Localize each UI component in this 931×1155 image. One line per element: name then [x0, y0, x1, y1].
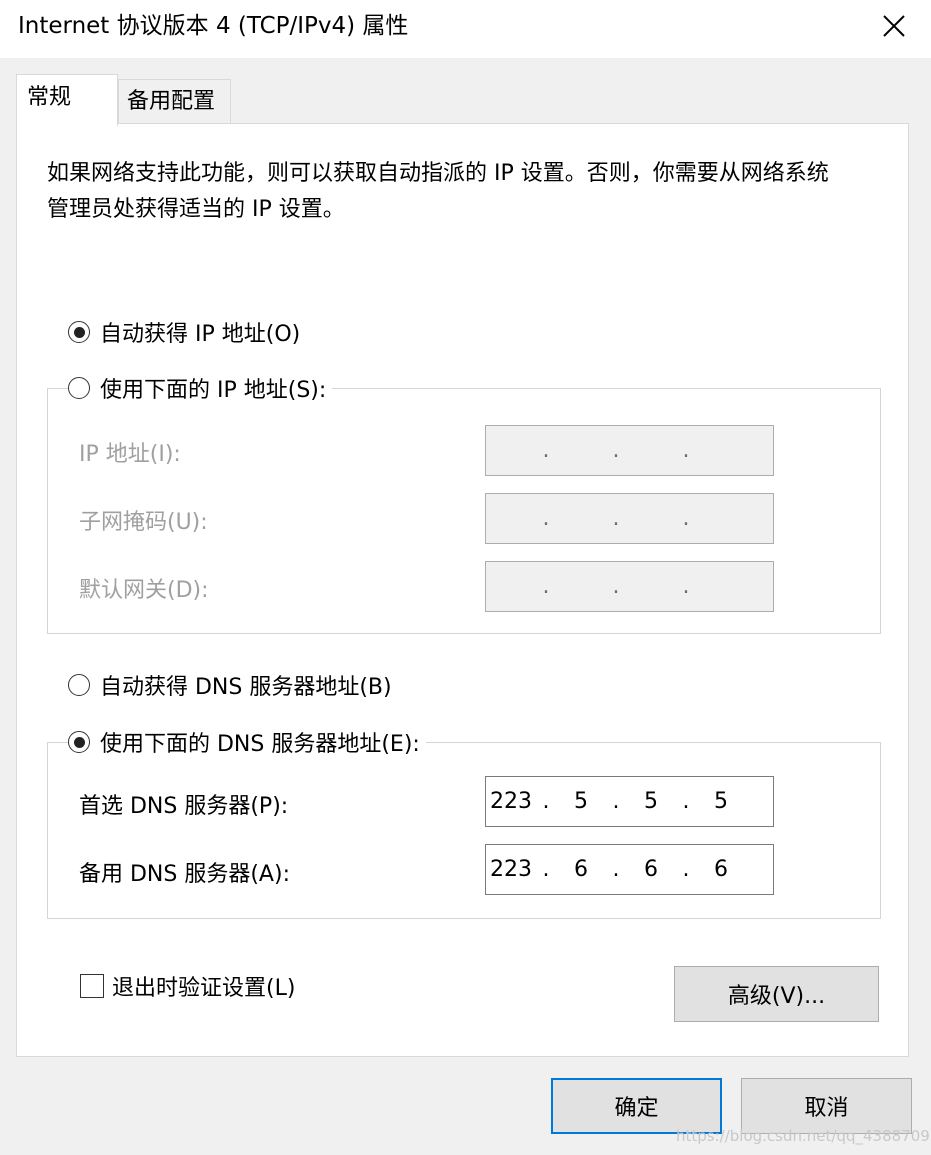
close-icon — [883, 15, 905, 37]
ip-address-input[interactable]: . . . — [485, 425, 774, 476]
advanced-button[interactable]: 高级(V)... — [674, 966, 879, 1022]
default-gateway-input[interactable]: . . . — [485, 561, 774, 612]
checkbox-icon — [80, 974, 104, 998]
window-title: Internet 协议版本 4 (TCP/IPv4) 属性 — [18, 13, 409, 39]
cancel-button[interactable]: 取消 — [741, 1078, 912, 1134]
radio-auto-dns-label: 自动获得 DNS 服务器地址(B) — [100, 675, 392, 700]
radio-button-icon — [68, 731, 90, 753]
alternate-dns-input[interactable]: 223. 6. 6. 6 — [485, 844, 774, 895]
description-text: 如果网络支持此功能，则可以获取自动指派的 IP 设置。否则，你需要从网络系统管理… — [47, 161, 829, 222]
radio-auto-ip[interactable]: 自动获得 IP 地址(O) — [68, 316, 307, 348]
close-button[interactable] — [866, 6, 922, 46]
radio-manual-dns-label: 使用下面的 DNS 服务器地址(E): — [100, 732, 420, 757]
default-gateway-label: 默认网关(D): — [79, 578, 209, 603]
radio-manual-ip-label: 使用下面的 IP 地址(S): — [100, 378, 327, 403]
preferred-dns-input[interactable]: 223. 5. 5. 5 — [485, 776, 774, 827]
subnet-mask-input[interactable]: . . . — [485, 493, 774, 544]
ok-button[interactable]: 确定 — [551, 1078, 722, 1134]
radio-auto-ip-label: 自动获得 IP 地址(O) — [100, 322, 301, 347]
validate-on-exit-checkbox[interactable]: 退出时验证设置(L) — [80, 970, 295, 1002]
tab-general[interactable]: 常规 — [16, 74, 118, 126]
radio-button-icon — [68, 377, 90, 399]
subnet-mask-label: 子网掩码(U): — [79, 510, 208, 535]
ip-address-label: IP 地址(I): — [79, 442, 181, 467]
radio-manual-dns[interactable]: 使用下面的 DNS 服务器地址(E): — [68, 726, 426, 758]
tab-alternate-config[interactable]: 备用配置 — [118, 79, 231, 123]
preferred-dns-label: 首选 DNS 服务器(P): — [79, 794, 289, 819]
radio-button-icon — [68, 321, 90, 343]
watermark-text: https://blog.csdn.net/qq_43887095 — [676, 1127, 931, 1145]
radio-button-icon — [68, 674, 90, 696]
validate-on-exit-label: 退出时验证设置(L) — [112, 976, 296, 1001]
radio-manual-ip[interactable]: 使用下面的 IP 地址(S): — [68, 372, 333, 404]
alternate-dns-label: 备用 DNS 服务器(A): — [79, 862, 290, 887]
radio-auto-dns[interactable]: 自动获得 DNS 服务器地址(B) — [68, 669, 398, 701]
